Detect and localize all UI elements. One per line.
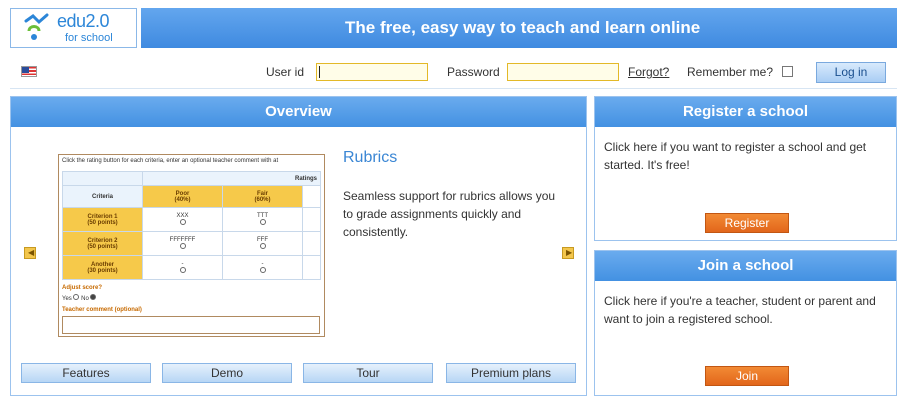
rubric-radio[interactable] (179, 266, 186, 273)
us-flag-icon[interactable] (21, 66, 37, 77)
rubric-cell: - (222, 255, 303, 280)
rubric-cell: FFFFFFF (142, 231, 223, 256)
logo-subtext: for school (65, 32, 113, 44)
rubric-instruction: Click the rating button for each criteri… (62, 158, 279, 164)
yes-radio[interactable] (73, 294, 80, 300)
no-radio[interactable] (90, 294, 97, 300)
rubric-col-poor: Poor (40%) (142, 185, 223, 208)
rubric-table: Ratings Criteria Poor (40%) Fair (60%) C… (62, 171, 321, 280)
rubric-cell-text: - (181, 260, 184, 267)
overview-tabs: Features Demo Tour Premium plans (21, 363, 578, 383)
rubric-row-label: Another (30 points) (62, 255, 143, 280)
arrow-right-icon[interactable]: ▶ (562, 247, 574, 259)
arrow-left-icon[interactable]: ◀ (24, 247, 36, 259)
rubric-cell: TTT (222, 207, 303, 232)
join-panel: Join a school Click here if you're a tea… (594, 250, 897, 396)
logo[interactable]: edu2.0 for school (10, 8, 137, 48)
adjust-score-label: Adjust score? (62, 285, 103, 291)
user-id-label: User id (266, 65, 305, 79)
demo-button[interactable]: Demo (162, 363, 292, 383)
rubric-row-label: Criterion 1 (50 points) (62, 207, 143, 232)
feature-description: Seamless support for rubrics allows you … (343, 189, 556, 239)
password-label: Password (447, 65, 500, 79)
rubric-ratings-header: Ratings (142, 171, 321, 186)
rubric-cell-text: FFFFFFF (169, 236, 196, 243)
rubric-col-fair: Fair (60%) (222, 185, 303, 208)
rubric-col-label: Poor (40%) (174, 190, 191, 203)
teacher-comment-field[interactable] (62, 316, 320, 334)
rubric-row-text: Criterion 1 (50 points) (87, 213, 118, 226)
register-panel: Register a school Click here if you want… (594, 96, 897, 241)
feature-title: Rubrics (343, 149, 398, 166)
login-button[interactable]: Log in (816, 62, 886, 83)
premium-plans-button[interactable]: Premium plans (446, 363, 576, 383)
remember-me-label: Remember me? (687, 65, 774, 79)
rubric-criteria-header: Criteria (62, 185, 143, 208)
rubric-preview-image: Click the rating button for each criteri… (58, 154, 325, 337)
yes-label: Yes (62, 296, 72, 302)
user-id-input[interactable] (316, 63, 428, 81)
teacher-comment-label: Teacher comment (optional) (62, 307, 142, 313)
rubric-cell: XXX (142, 207, 223, 232)
tour-button[interactable]: Tour (303, 363, 433, 383)
register-button[interactable]: Register (705, 213, 789, 233)
register-title: Register a school (595, 97, 896, 127)
rubric-radio[interactable] (179, 218, 186, 225)
logo-icon (24, 13, 49, 40)
adjust-score-options: Yes No (62, 294, 97, 302)
join-title: Join a school (595, 251, 896, 281)
tagline-banner: The free, easy way to teach and learn on… (141, 8, 897, 48)
rubric-corner-cell (62, 171, 143, 186)
overview-panel: Overview ◀ ▶ Click the rating button for… (10, 96, 587, 396)
rubric-cell: FFF (222, 231, 303, 256)
password-input[interactable] (507, 63, 619, 81)
rubric-cell-text: TTT (257, 212, 268, 219)
rubric-radio[interactable] (259, 218, 266, 225)
join-button[interactable]: Join (705, 366, 789, 386)
login-bar: User id Password Forgot? Remember me? Lo… (10, 57, 897, 89)
rubric-row-text: Criterion 2 (50 points) (87, 237, 118, 250)
site-header: edu2.0 for school The free, easy way to … (10, 8, 897, 48)
rubric-radio[interactable] (179, 242, 186, 249)
rubric-radio[interactable] (259, 242, 266, 249)
logo-text: edu2.0 (57, 11, 110, 31)
no-label: No (81, 296, 89, 302)
rubric-cell-text: FFF (257, 236, 268, 243)
rubric-cell-text: XXX (176, 212, 189, 219)
features-button[interactable]: Features (21, 363, 151, 383)
rubric-row-label: Criterion 2 (50 points) (62, 231, 143, 256)
rubric-row-text: Another (30 points) (87, 261, 118, 274)
rubric-tail-cell (302, 255, 321, 280)
register-description: Click here if you want to register a sch… (604, 140, 867, 172)
rubric-tail-cell (302, 185, 321, 208)
overview-title: Overview (11, 97, 586, 127)
remember-me-checkbox[interactable] (782, 66, 793, 77)
rubric-radio[interactable] (259, 266, 266, 273)
rubric-cell: - (142, 255, 223, 280)
rubric-col-label: Fair (60%) (254, 190, 271, 203)
join-description: Click here if you're a teacher, student … (604, 294, 876, 326)
forgot-password-link[interactable]: Forgot? (628, 65, 669, 79)
rubric-tail-cell (302, 231, 321, 256)
rubric-cell-text: - (261, 260, 264, 267)
rubric-tail-cell (302, 207, 321, 232)
